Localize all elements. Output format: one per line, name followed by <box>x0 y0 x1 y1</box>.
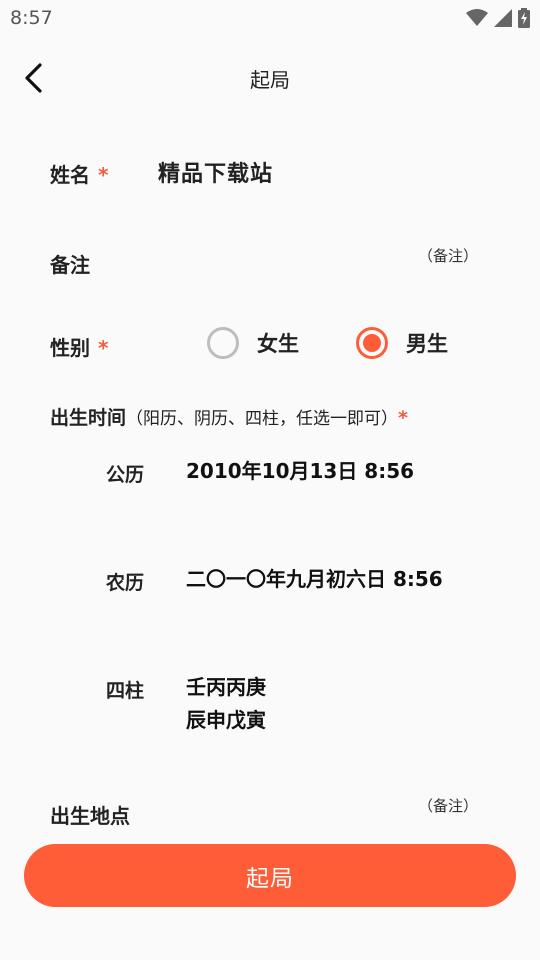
wifi-icon <box>466 9 488 26</box>
battery-charging-icon <box>518 8 530 28</box>
pillars-line-1: 壬丙丙庚 <box>186 675 266 699</box>
status-bar: 8:57 <box>0 0 540 36</box>
name-required-mark: * <box>98 163 109 187</box>
birth-place-field[interactable]: （备注） <box>418 795 478 816</box>
status-icons <box>466 8 530 28</box>
pillars-field[interactable]: 壬丙丙庚 辰申戊寅 <box>186 671 266 737</box>
radio-male-label: 男生 <box>406 332 448 356</box>
page-title: 起局 <box>250 68 290 92</box>
birth-time-label: 出生时间（阳历、阴历、四柱，任选一即可）* <box>50 403 408 430</box>
birth-time-hint: （阳历、阴历、四柱，任选一即可） <box>126 409 399 429</box>
birth-place-label: 出生地点 <box>50 804 130 828</box>
note-label: 备注 <box>50 253 90 277</box>
pillars-label: 四柱 <box>106 680 145 702</box>
app-bar: 起局 <box>0 46 540 110</box>
gender-label-text: 性别 <box>50 336 90 360</box>
solar-label: 公历 <box>106 464 145 486</box>
cellular-signal-icon <box>494 9 512 27</box>
status-time: 8:57 <box>10 7 53 29</box>
submit-button[interactable]: 起局 <box>24 844 516 907</box>
note-field[interactable]: （备注） <box>418 245 478 266</box>
gender-label: 性别 * <box>50 332 108 361</box>
name-field[interactable]: 精品下载站 <box>158 156 273 188</box>
pillars-line-2: 辰申戊寅 <box>186 708 266 732</box>
radio-unchecked-icon <box>207 327 239 359</box>
birth-time-label-text: 出生时间 <box>50 407 127 429</box>
radio-male[interactable]: 男生 <box>356 327 448 359</box>
solar-date-field[interactable]: 2010年10月13日 8:56 <box>186 455 414 488</box>
radio-checked-icon <box>356 327 388 359</box>
name-label: 姓名 * <box>50 159 108 188</box>
lunar-date-field[interactable]: 二〇一〇年九月初六日 8:56 <box>186 563 443 596</box>
lunar-label: 农历 <box>106 572 145 594</box>
radio-female[interactable]: 女生 <box>207 327 299 359</box>
radio-female-label: 女生 <box>257 332 299 356</box>
gender-required-mark: * <box>98 336 109 360</box>
name-label-text: 姓名 <box>50 163 90 187</box>
birth-time-required-mark: * <box>398 407 408 429</box>
